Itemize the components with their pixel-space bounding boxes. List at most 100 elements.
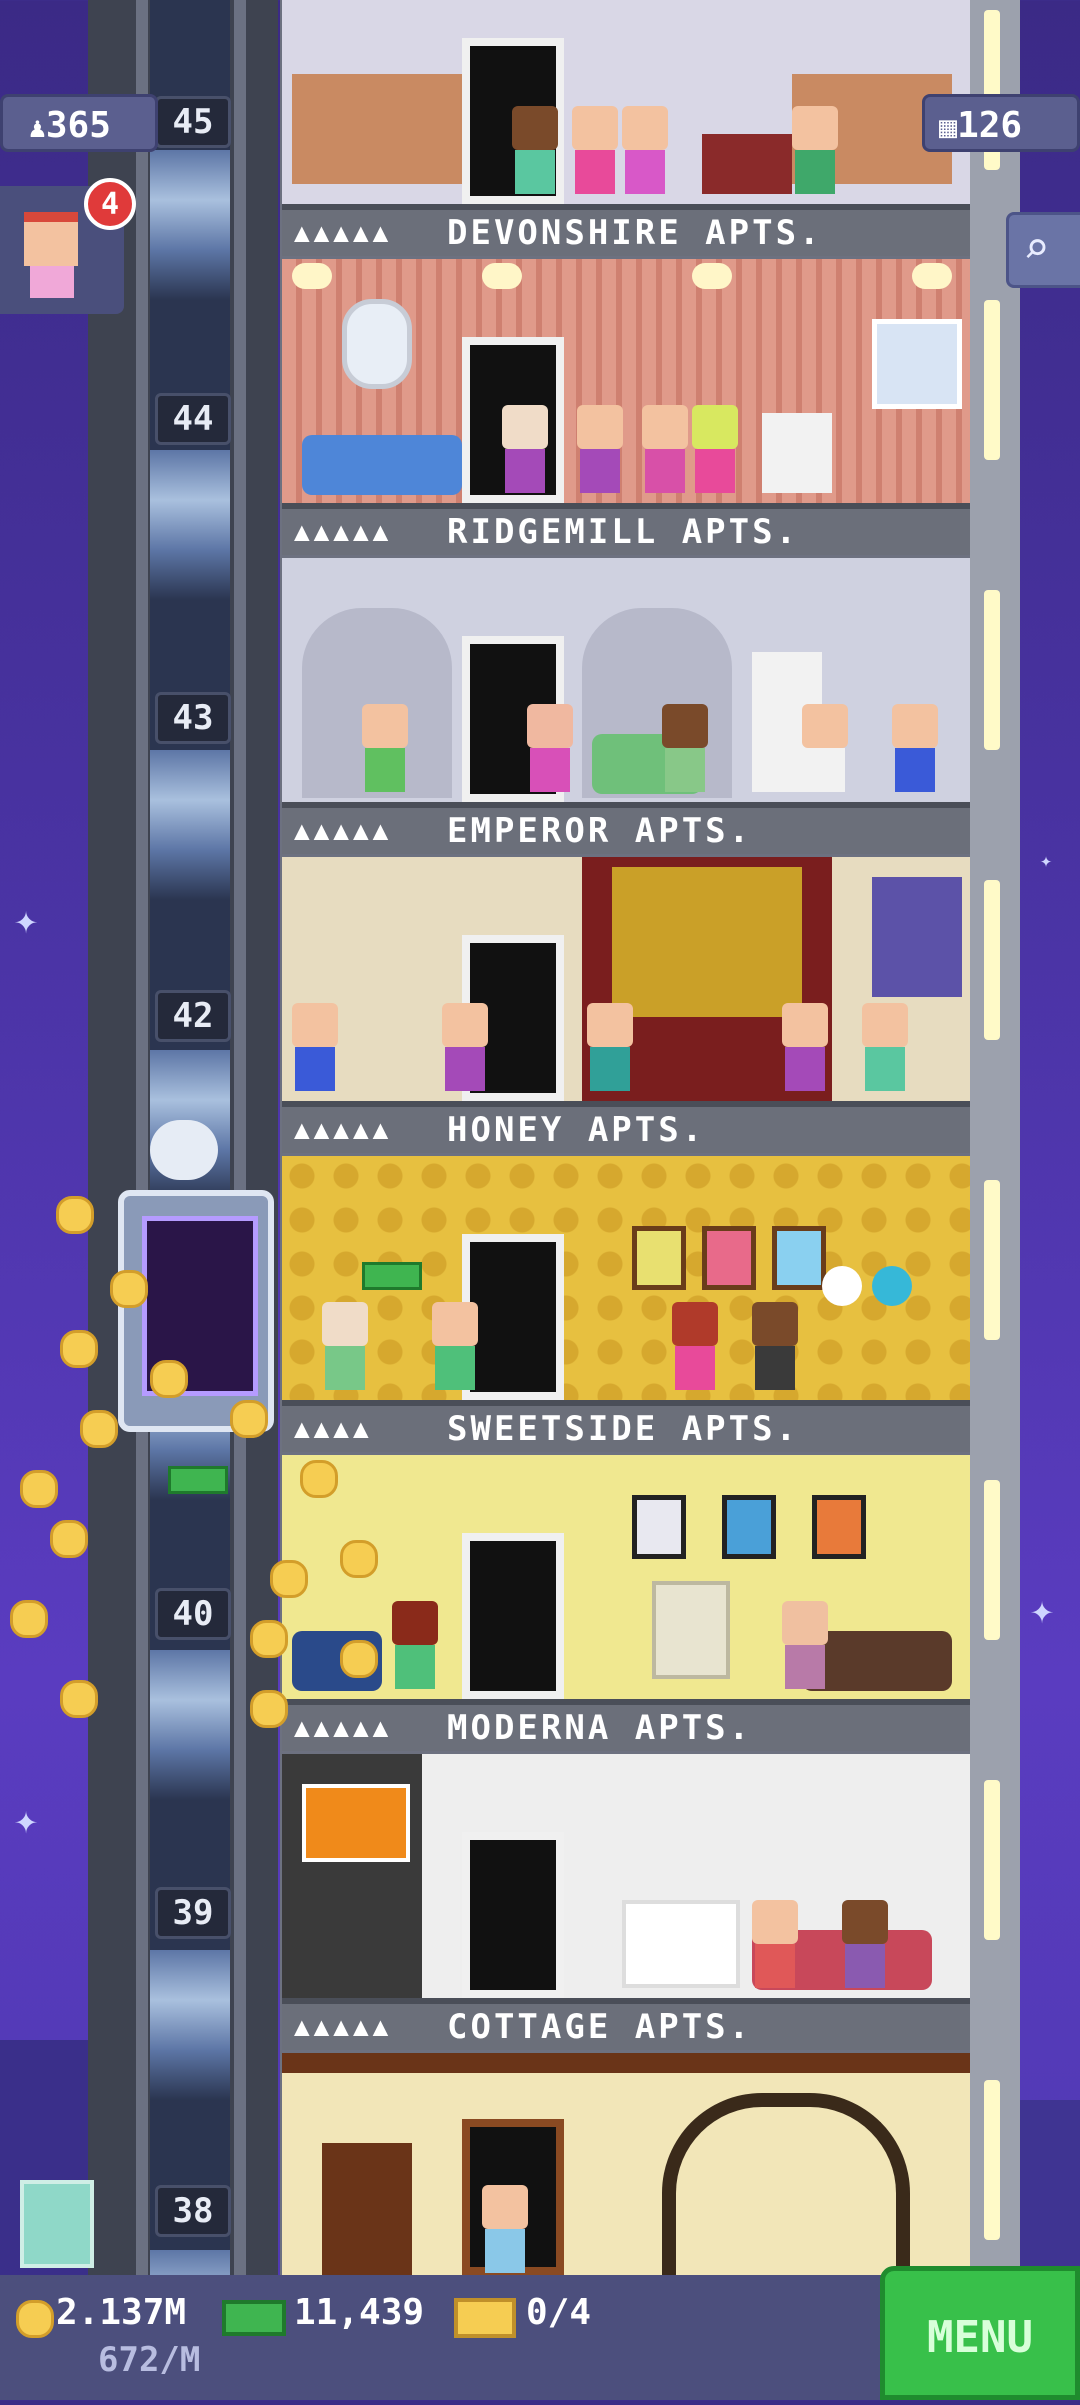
room-interior[interactable] [282, 0, 970, 204]
blue-sofa [302, 435, 462, 495]
resident[interactable] [842, 1900, 888, 1990]
bookshelf [702, 134, 792, 194]
apartment-door [462, 1533, 564, 1699]
oval-mirror [342, 299, 412, 389]
floor-name: SWEETSIDE APTS. [447, 1409, 800, 1449]
floor-name: DEVONSHIRE APTS. [447, 213, 823, 253]
room-interior[interactable] [282, 1455, 970, 1699]
floor-cottage[interactable]: ▲▲▲▲▲ COTTAGE APTS. [282, 1754, 970, 2053]
floor-moderna[interactable]: ▲▲▲▲▲ MODERNA APTS. [282, 1455, 970, 1754]
floor-number: 39 [155, 1887, 231, 1939]
room-interior[interactable] [282, 259, 970, 503]
picture-frame [722, 1495, 776, 1559]
pillar-window [984, 1180, 1000, 1340]
floor-emperor[interactable]: ▲▲▲▲▲ EMPEROR APTS. [282, 558, 970, 857]
floor-number: 45 [155, 96, 231, 148]
coin-icon [50, 1520, 88, 1558]
ticket-icon [454, 2298, 516, 2338]
floor-number: 38 [155, 2185, 231, 2237]
floors-counter[interactable]: ▦126 [922, 94, 1080, 152]
population-value: 365 [45, 105, 111, 146]
room-interior[interactable] [282, 857, 970, 1101]
building-icon: ▦ [939, 110, 958, 145]
pillar-window [984, 2080, 1000, 2240]
resident[interactable] [502, 405, 548, 495]
floors-value: 126 [957, 105, 1023, 146]
ceiling-lamp [292, 263, 332, 289]
coin-icon [340, 1540, 378, 1578]
search-button[interactable]: ⌕ [1006, 212, 1080, 288]
floor-stars: ▲▲▲▲ [294, 1414, 373, 1444]
floor-sweetside[interactable]: ▲▲▲▲ SWEETSIDE APTS. [282, 1156, 970, 1455]
floor-stars: ▲▲▲▲▲ [294, 218, 393, 248]
coin-icon [20, 1470, 58, 1508]
retro-computer [652, 1581, 730, 1679]
resident[interactable] [482, 2185, 528, 2275]
room-interior[interactable] [282, 2053, 970, 2275]
apartment-door [462, 1832, 564, 1998]
room-interior[interactable] [282, 1754, 970, 1998]
resident[interactable] [577, 405, 623, 495]
resident[interactable] [862, 1003, 908, 1093]
person-icon: ♟ [29, 111, 46, 144]
cash-icon [168, 1466, 228, 1494]
blue-flower [872, 1266, 912, 1306]
floor-number: 40 [155, 1588, 231, 1640]
coin-icon [340, 1640, 378, 1678]
coin-icon [80, 1410, 118, 1448]
resident[interactable] [752, 1900, 798, 1990]
elevator-car[interactable] [118, 1190, 274, 1432]
wood-beam [282, 2053, 970, 2073]
ceiling-lamp [482, 263, 522, 289]
notification-badge: 4 [84, 178, 136, 230]
fries-icon[interactable] [20, 2180, 94, 2268]
coin-icon [60, 1330, 98, 1368]
bookshelf [322, 2143, 412, 2275]
fireplace [622, 1900, 740, 1988]
resident[interactable] [572, 106, 618, 196]
resident[interactable] [322, 1302, 368, 1392]
menu-button[interactable]: MENU [880, 2266, 1080, 2400]
room-interior[interactable] [282, 558, 970, 802]
resident[interactable] [752, 1302, 798, 1392]
coin-icon [110, 1270, 148, 1308]
cash-icon [362, 1262, 422, 1290]
picture-frame [632, 1226, 686, 1290]
resident[interactable] [782, 1601, 828, 1691]
floor-label: ▲▲▲▲▲ MODERNA APTS. [282, 1699, 970, 1751]
floor-name: EMPEROR APTS. [447, 811, 753, 851]
resident[interactable] [512, 106, 558, 196]
resident[interactable] [672, 1302, 718, 1392]
resident[interactable] [442, 1003, 488, 1093]
resident[interactable] [802, 704, 848, 794]
resident[interactable] [642, 405, 688, 495]
resident[interactable] [692, 405, 738, 495]
coin-icon [300, 1460, 338, 1498]
resident[interactable] [622, 106, 668, 196]
avatar-face [24, 212, 78, 266]
floor-name: RIDGEMILL APTS. [447, 512, 800, 552]
floor-ridgemill[interactable]: ▲▲▲▲▲ RIDGEMILL APTS. [282, 259, 970, 558]
resident[interactable] [292, 1003, 338, 1093]
resident[interactable] [362, 704, 408, 794]
resident[interactable] [792, 106, 838, 196]
floor-stars: ▲▲▲▲▲ [294, 1713, 393, 1743]
resident[interactable] [527, 704, 573, 794]
floor-devonshire[interactable]: ▲▲▲▲▲ DEVONSHIRE APTS. [282, 0, 970, 259]
floor-label: ▲▲▲▲▲ RIDGEMILL APTS. [282, 503, 970, 555]
population-counter[interactable]: ♟365 [0, 94, 158, 152]
coins-value: 2.137M [56, 2292, 187, 2333]
vine-arch [662, 2093, 910, 2275]
floor-name: MODERNA APTS. [447, 1708, 753, 1748]
pillar-window [984, 590, 1000, 750]
floor-stars: ▲▲▲▲▲ [294, 1115, 393, 1145]
resident[interactable] [432, 1302, 478, 1392]
resident[interactable] [662, 704, 708, 794]
floor-honey[interactable]: ▲▲▲▲▲ HONEY APTS. [282, 857, 970, 1156]
resident[interactable] [892, 704, 938, 794]
gold-headboard [612, 867, 802, 1017]
floor-stars: ▲▲▲▲▲ [294, 816, 393, 846]
resident[interactable] [392, 1601, 438, 1691]
resident[interactable] [587, 1003, 633, 1093]
resident[interactable] [782, 1003, 828, 1093]
